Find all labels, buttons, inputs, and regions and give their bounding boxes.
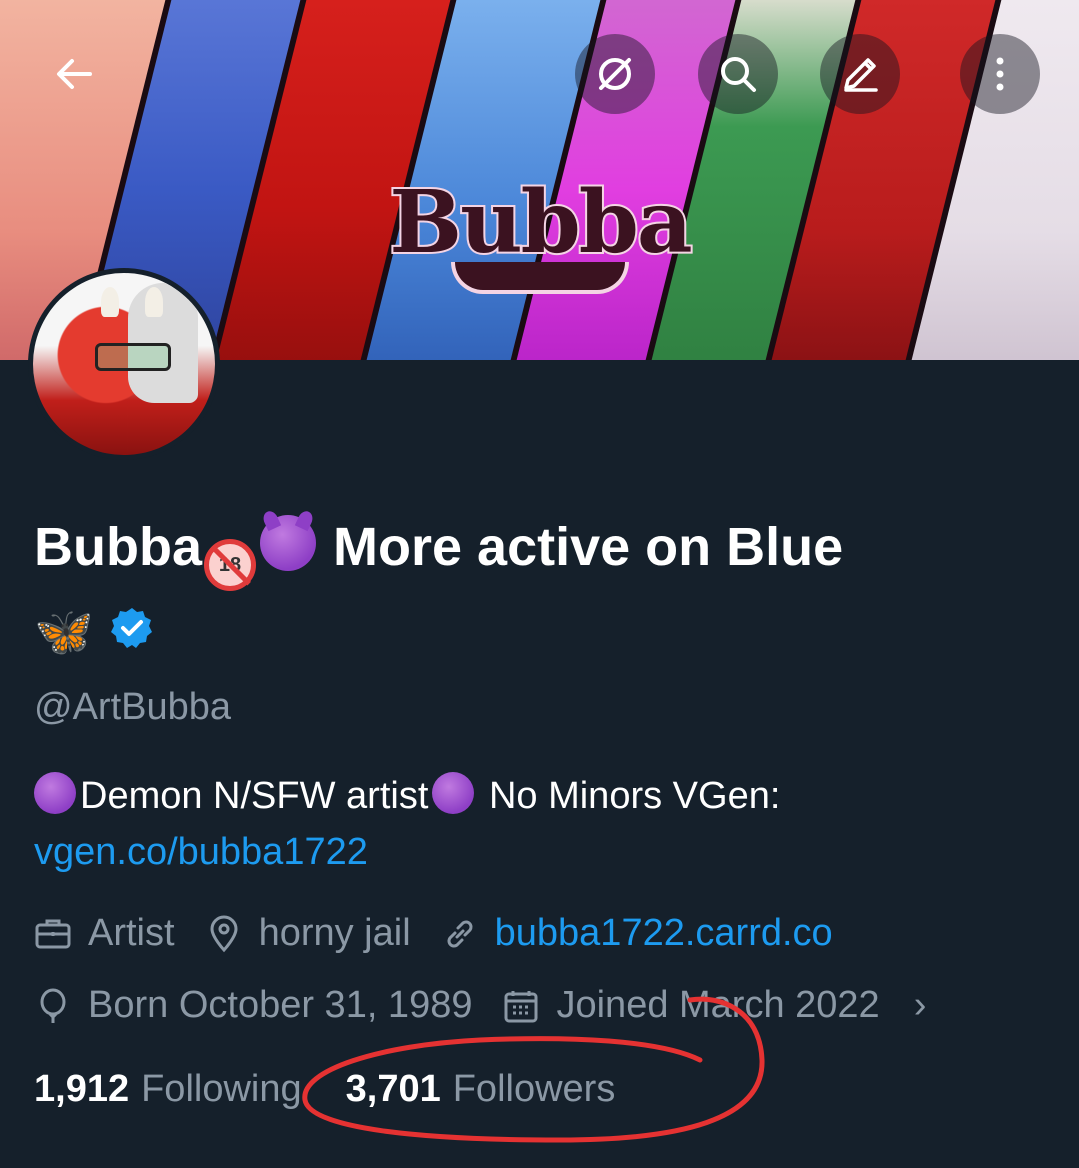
smiling-devil-icon bbox=[260, 515, 316, 571]
profile-bio: Demon N/SFW artist No Minors VGen: vgen.… bbox=[34, 768, 1044, 880]
no-under-18-icon: 18 bbox=[204, 539, 256, 591]
follow-stats: 1,912 Following 3,701 Followers bbox=[34, 1068, 659, 1111]
joined-item: Joined March 2022 bbox=[502, 984, 880, 1027]
website-item[interactable]: bubba1722.carrd.co bbox=[441, 912, 833, 955]
location-item: horny jail bbox=[205, 912, 411, 955]
bio-link[interactable]: vgen.co/bubba1722 bbox=[34, 831, 368, 873]
calendar-icon bbox=[504, 990, 538, 1022]
profession-label: Artist bbox=[88, 912, 175, 954]
display-name: Bubba 18 More active on Blue 🦋 bbox=[34, 508, 1044, 672]
display-name-prefix: Bubba bbox=[34, 517, 202, 577]
bio-text: Demon N/SFW artist bbox=[80, 775, 429, 817]
banner-logo-grin bbox=[451, 262, 629, 294]
hide-button[interactable] bbox=[575, 34, 655, 114]
profile-meta-row[interactable]: Born October 31, 1989 Joined March 2022 … bbox=[34, 984, 926, 1027]
profile-meta-row: Artist horny jail bubba1722.carrd.co bbox=[34, 912, 863, 955]
back-button[interactable] bbox=[34, 34, 114, 114]
followers-label: Followers bbox=[452, 1068, 616, 1110]
birthday-label: Born October 31, 1989 bbox=[88, 984, 473, 1026]
profession-item: Artist bbox=[34, 912, 175, 955]
following-stat[interactable]: 1,912 Following bbox=[34, 1068, 302, 1111]
birthday-item: Born October 31, 1989 bbox=[34, 984, 472, 1027]
more-button[interactable] bbox=[960, 34, 1040, 114]
link-icon bbox=[447, 920, 473, 947]
username-handle: @ArtBubba bbox=[34, 686, 232, 728]
search-button[interactable] bbox=[698, 34, 778, 114]
edit-button[interactable] bbox=[820, 34, 900, 114]
smiling-devil-icon bbox=[34, 772, 76, 814]
bio-text: No Minors VGen: bbox=[488, 775, 781, 817]
balloon-icon bbox=[40, 988, 66, 1023]
profile-avatar[interactable] bbox=[28, 268, 220, 460]
back-arrow-icon bbox=[57, 59, 92, 89]
location-label: horny jail bbox=[258, 912, 411, 954]
following-count: 1,912 bbox=[34, 1068, 130, 1110]
followers-stat[interactable]: 3,701 Followers bbox=[346, 1068, 616, 1111]
chevron-right-icon[interactable]: › bbox=[914, 984, 927, 1027]
followers-count: 3,701 bbox=[345, 1068, 441, 1110]
banner-logo: Bubba bbox=[387, 172, 695, 308]
avatar-image bbox=[33, 273, 215, 455]
more-vertical-icon bbox=[996, 57, 1004, 91]
location-pin-icon bbox=[210, 915, 238, 952]
butterfly-icon: 🦋 bbox=[34, 606, 94, 659]
smiling-devil-icon bbox=[432, 772, 475, 814]
search-icon bbox=[721, 57, 756, 92]
eye-slash-icon bbox=[599, 58, 631, 90]
joined-label: Joined March 2022 bbox=[556, 984, 880, 1026]
banner-logo-text: Bubba bbox=[387, 172, 694, 273]
pencil-icon bbox=[844, 58, 878, 92]
display-name-suffix: More active on Blue bbox=[333, 517, 844, 577]
website-link[interactable]: bubba1722.carrd.co bbox=[495, 912, 833, 955]
briefcase-icon bbox=[35, 919, 71, 948]
following-label: Following bbox=[141, 1068, 302, 1110]
verified-badge-icon[interactable] bbox=[110, 606, 154, 650]
